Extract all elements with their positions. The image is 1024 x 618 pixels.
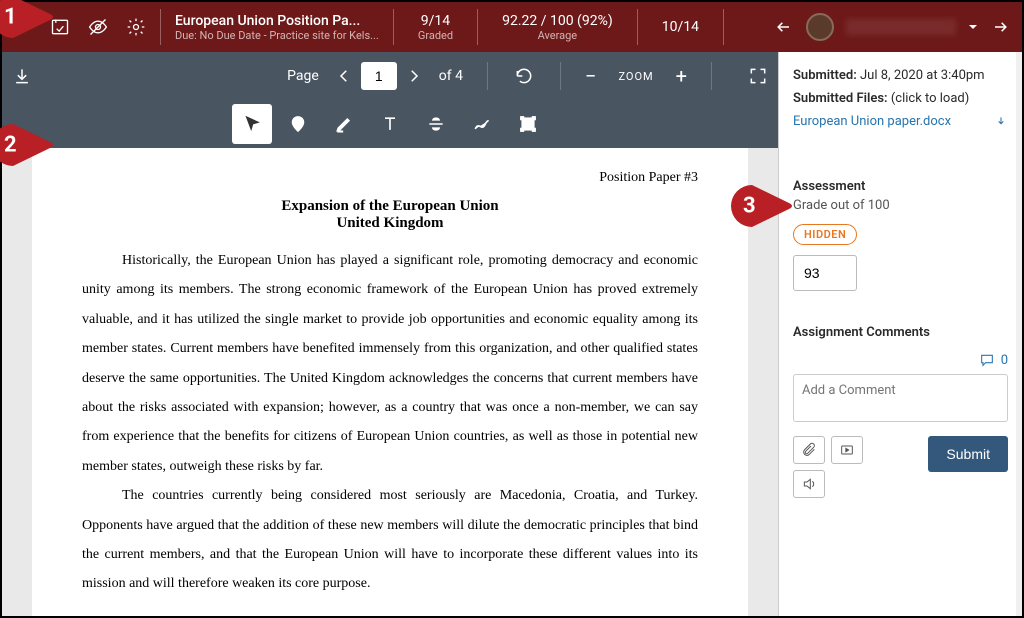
assignment-subtitle: Due: No Due Date - Practice site for Kel… xyxy=(175,29,379,42)
page-total: of 4 xyxy=(439,68,463,84)
doc-title-1: Expansion of the European Union xyxy=(82,198,698,215)
grading-sidebar: Submitted: Jul 8, 2020 at 3:40pm Submitt… xyxy=(778,52,1022,616)
student-dropdown-icon[interactable] xyxy=(968,22,978,32)
comments-count: 0 xyxy=(1001,353,1008,368)
graded-label: Graded xyxy=(418,29,453,42)
files-label: Submitted Files: xyxy=(793,91,888,106)
student-position: 10/14 xyxy=(662,19,699,35)
submitted-date: Jul 8, 2020 at 3:40pm xyxy=(860,68,985,83)
strikethrough-tool[interactable] xyxy=(416,104,456,144)
document-toolbar: Page of 4 − ZOOM + xyxy=(2,52,778,148)
comment-textarea[interactable] xyxy=(793,374,1008,422)
attach-file-button[interactable] xyxy=(793,436,825,464)
student-avatar[interactable] xyxy=(806,13,834,41)
prev-page-button[interactable] xyxy=(335,67,353,85)
zoom-in-button[interactable]: + xyxy=(668,64,695,88)
media-comment-button[interactable] xyxy=(831,436,863,464)
zoom-label: ZOOM xyxy=(612,70,659,83)
hidden-badge: HIDDEN xyxy=(793,224,857,245)
submit-button[interactable]: Submit xyxy=(928,436,1008,472)
document-page[interactable]: Position Paper #3 Expansion of the Europ… xyxy=(32,148,748,616)
text-tool[interactable] xyxy=(370,104,410,144)
annotation-marker-1: 1 xyxy=(0,0,56,38)
assessment-heading: Assessment xyxy=(793,179,1008,194)
freedraw-tool[interactable] xyxy=(462,104,502,144)
submitted-file-link[interactable]: European Union paper.docx xyxy=(793,114,951,129)
fullscreen-icon[interactable] xyxy=(748,66,768,86)
next-page-button[interactable] xyxy=(405,67,423,85)
pointer-tool[interactable] xyxy=(232,104,272,144)
doc-title-2: United Kingdom xyxy=(82,215,698,232)
rotate-icon[interactable] xyxy=(514,66,534,86)
download-file-icon[interactable] xyxy=(994,115,1008,129)
page-label: Page xyxy=(287,68,319,84)
doc-paragraph-2: The countries currently being considered… xyxy=(82,481,698,599)
average-score: 92.22 / 100 (92%) xyxy=(502,13,613,29)
assignment-title[interactable]: European Union Position Pa... xyxy=(175,13,379,29)
point-annotation-tool[interactable] xyxy=(278,104,318,144)
graded-count: 9/14 xyxy=(421,13,450,29)
speedgrader-header: European Union Position Pa... Due: No Du… xyxy=(2,2,1022,52)
paper-number: Position Paper #3 xyxy=(82,170,698,186)
audio-comment-button[interactable] xyxy=(793,470,825,498)
doc-paragraph-1: Historically, the European Union has pla… xyxy=(82,246,698,481)
page-number-input[interactable] xyxy=(361,62,397,90)
highlight-tool[interactable] xyxy=(324,104,364,144)
next-student-button[interactable] xyxy=(990,17,1010,37)
comment-icon xyxy=(979,352,995,368)
grade-input[interactable] xyxy=(793,255,857,291)
sidebar-scrollbar[interactable] xyxy=(1016,52,1022,616)
grade-scale: Grade out of 100 xyxy=(793,198,1008,213)
annotation-marker-2: 2 xyxy=(0,124,56,166)
download-icon[interactable] xyxy=(12,66,32,86)
average-label: Average xyxy=(538,29,578,42)
student-name[interactable] xyxy=(846,19,956,35)
eye-off-icon[interactable] xyxy=(88,17,108,37)
gear-icon[interactable] xyxy=(126,17,146,37)
zoom-out-button[interactable]: − xyxy=(577,64,604,88)
annotation-marker-3: 3 xyxy=(731,185,795,227)
prev-student-button[interactable] xyxy=(774,17,794,37)
comments-heading: Assignment Comments xyxy=(793,325,1008,340)
files-hint: (click to load) xyxy=(891,91,969,106)
area-tool[interactable] xyxy=(508,104,548,144)
submitted-label: Submitted: xyxy=(793,68,857,83)
